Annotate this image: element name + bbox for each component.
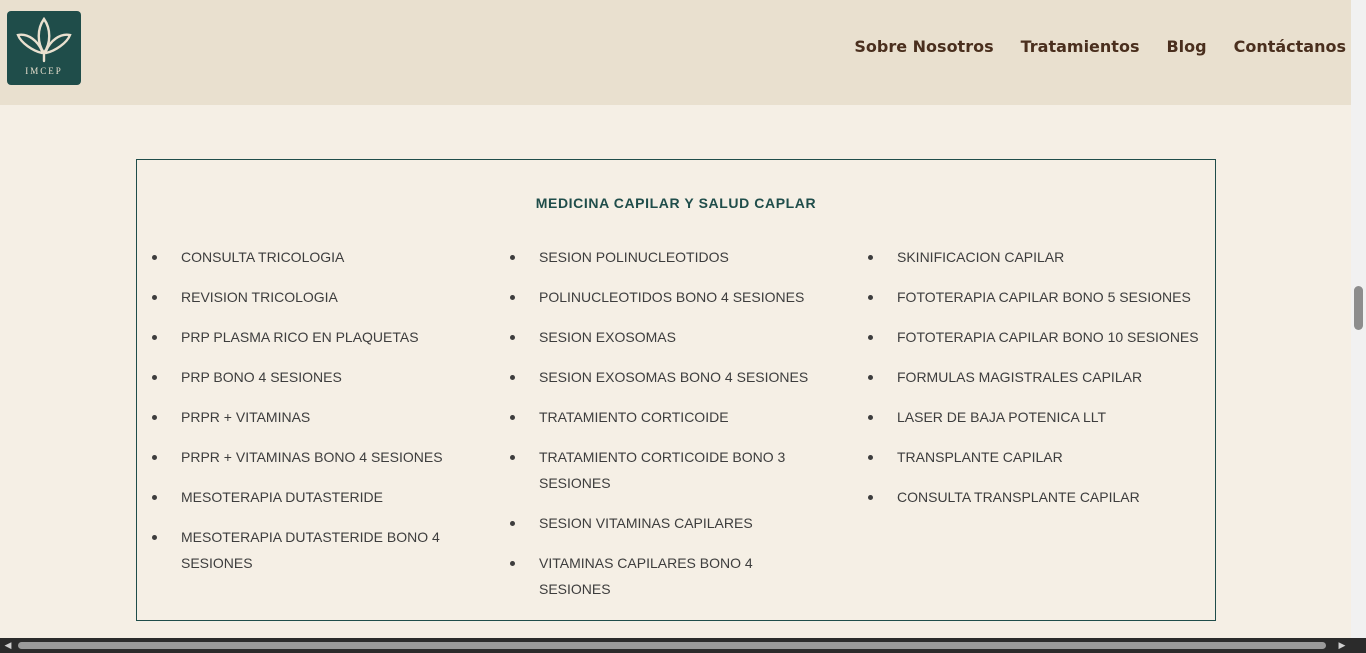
treatments-panel: MEDICINA CAPILAR Y SALUD CAPLAR CONSULTA… <box>136 159 1216 621</box>
list-item: FORMULAS MAGISTRALES CAPILAR <box>868 364 1203 390</box>
nav-item-tratamientos[interactable]: Tratamientos <box>1021 37 1140 56</box>
list-item: CONSULTA TRICOLOGIA <box>152 244 467 270</box>
brand-logo[interactable]: IMCEP <box>7 11 81 85</box>
list-item: TRATAMIENTO CORTICOIDE <box>510 404 825 430</box>
list-item: TRATAMIENTO CORTICOIDE BONO 3 SESIONES <box>510 444 825 496</box>
vertical-scrollbar[interactable] <box>1351 0 1366 638</box>
list-item: POLINUCLEOTIDOS BONO 4 SESIONES <box>510 284 825 310</box>
list-item: CONSULTA TRANSPLANTE CAPILAR <box>868 484 1203 510</box>
list-item: FOTOTERAPIA CAPILAR BONO 10 SESIONES <box>868 324 1203 350</box>
list-item: PRPR + VITAMINAS BONO 4 SESIONES <box>152 444 467 470</box>
list-item: SESION VITAMINAS CAPILARES <box>510 510 825 536</box>
vertical-scroll-thumb[interactable] <box>1354 286 1363 330</box>
treatment-list-3: SKINIFICACION CAPILAR FOTOTERAPIA CAPILA… <box>868 244 1203 524</box>
list-item: PRP PLASMA RICO EN PLAQUETAS <box>152 324 467 350</box>
treatment-list-1: CONSULTA TRICOLOGIA REVISION TRICOLOGIA … <box>152 244 467 590</box>
logo-text: IMCEP <box>25 66 63 76</box>
list-item: PRPR + VITAMINAS <box>152 404 467 430</box>
leaf-logo-icon <box>16 16 72 63</box>
nav-item-contactanos[interactable]: Contáctanos <box>1234 37 1346 56</box>
list-item: TRANSPLANTE CAPILAR <box>868 444 1203 470</box>
list-item: SESION POLINUCLEOTIDOS <box>510 244 825 270</box>
arrow-right-icon[interactable]: ▶ <box>1336 640 1348 651</box>
list-item: VITAMINAS CAPILARES BONO 4 SESIONES <box>510 550 825 602</box>
list-item: MESOTERAPIA DUTASTERIDE <box>152 484 467 510</box>
panel-title: MEDICINA CAPILAR Y SALUD CAPLAR <box>535 195 817 211</box>
site-header: IMCEP Sobre Nosotros Tratamientos Blog C… <box>0 0 1351 105</box>
horizontal-scrollbar[interactable]: ◀ ▶ <box>0 638 1366 653</box>
list-item: SESION EXOSOMAS BONO 4 SESIONES <box>510 364 825 390</box>
arrow-left-icon[interactable]: ◀ <box>2 640 14 651</box>
list-item: PRP BONO 4 SESIONES <box>152 364 467 390</box>
horizontal-scroll-thumb[interactable] <box>18 642 1326 649</box>
nav-item-sobre-nosotros[interactable]: Sobre Nosotros <box>854 37 993 56</box>
list-item: REVISION TRICOLOGIA <box>152 284 467 310</box>
list-item: SESION EXOSOMAS <box>510 324 825 350</box>
list-item: SKINIFICACION CAPILAR <box>868 244 1203 270</box>
nav-item-blog[interactable]: Blog <box>1166 37 1206 56</box>
list-item: FOTOTERAPIA CAPILAR BONO 5 SESIONES <box>868 284 1203 310</box>
list-item: LASER DE BAJA POTENICA LLT <box>868 404 1203 430</box>
treatment-list-2: SESION POLINUCLEOTIDOS POLINUCLEOTIDOS B… <box>510 244 825 616</box>
list-item: MESOTERAPIA DUTASTERIDE BONO 4 SESIONES <box>152 524 467 576</box>
main-nav: Sobre Nosotros Tratamientos Blog Contáct… <box>827 37 1346 56</box>
